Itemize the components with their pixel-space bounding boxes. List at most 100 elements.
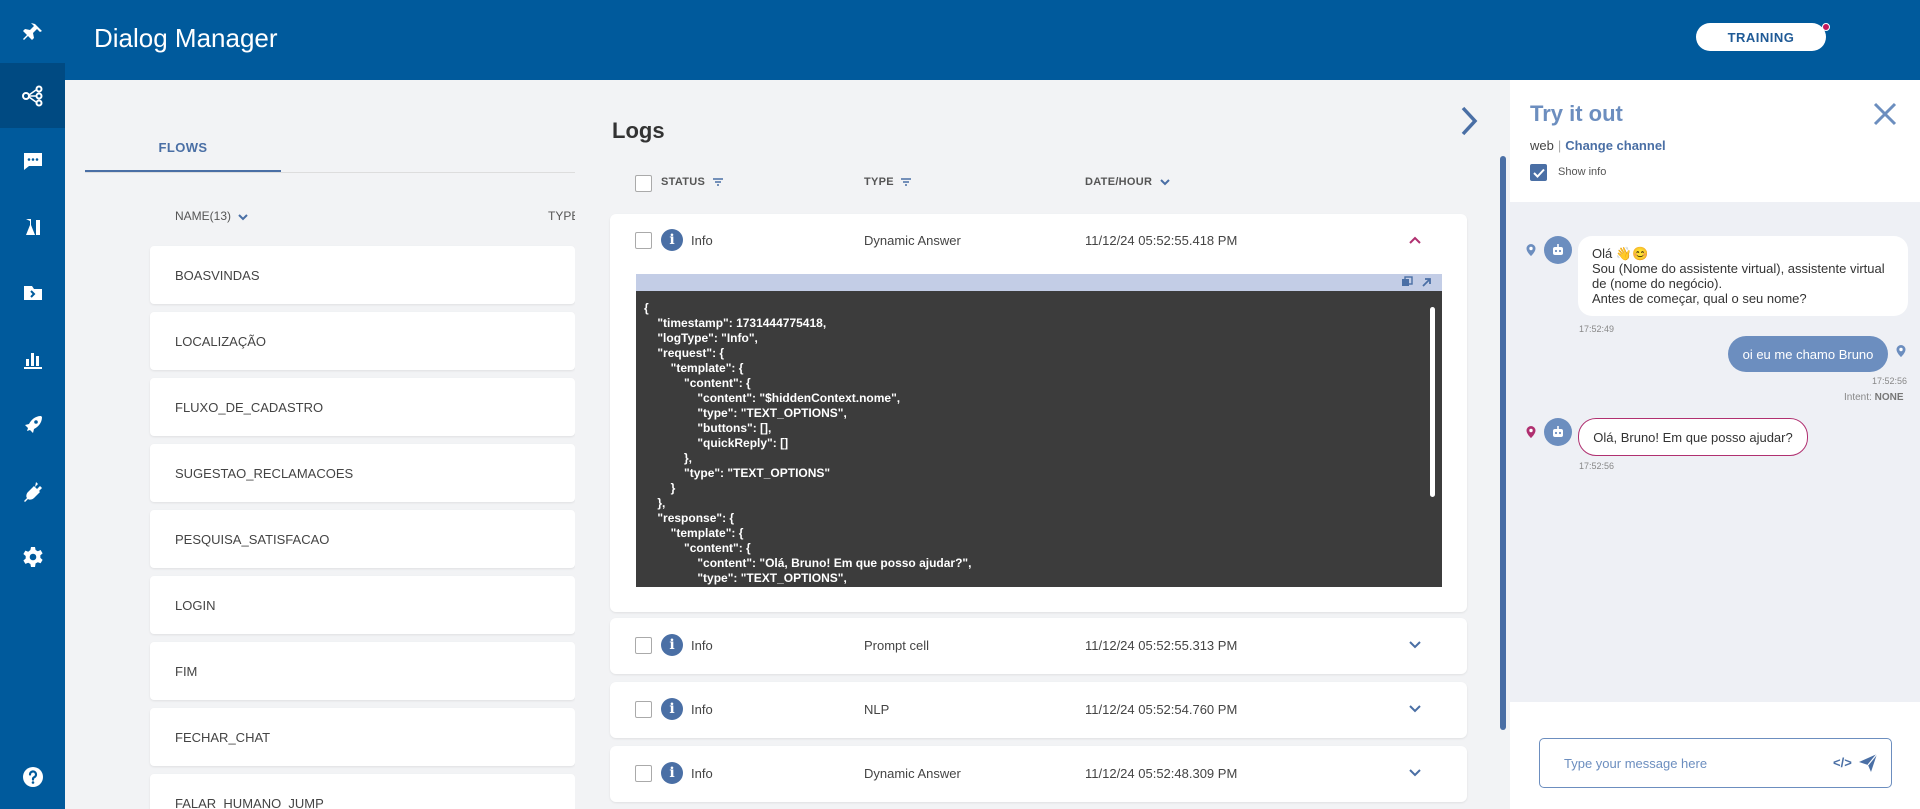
flow-row[interactable]: FECHAR_CHAT — [150, 708, 575, 766]
training-button[interactable]: TRAINING — [1696, 23, 1826, 51]
message-timestamp: 17:52:49 — [1579, 324, 1615, 334]
chevron-up-icon[interactable] — [1408, 233, 1422, 247]
chevron-down-icon[interactable] — [1408, 766, 1422, 780]
type-log-column-label: TYPE — [864, 176, 894, 188]
channel-name: web — [1530, 138, 1554, 153]
log-checkbox[interactable] — [635, 701, 652, 718]
code-icon[interactable]: </> — [1833, 755, 1852, 770]
intent-value: NONE — [1874, 392, 1904, 403]
show-info-label: Show info — [1558, 166, 1607, 178]
change-channel-link[interactable]: Change channel — [1565, 138, 1665, 153]
log-json-viewer[interactable]: { "timestamp": 1731444775418, "logType":… — [636, 291, 1442, 587]
log-entry[interactable] — [610, 682, 1467, 738]
location-pin-icon — [1526, 244, 1536, 256]
intent-label: Intent: — [1844, 392, 1872, 403]
name-column-label: NAME(13) — [175, 209, 232, 223]
filter-icon — [712, 178, 723, 186]
select-all-checkbox[interactable] — [635, 175, 652, 192]
chevron-right-icon — [1461, 106, 1478, 136]
chat-icon — [23, 152, 42, 170]
chevron-down-icon — [238, 214, 249, 221]
flow-row[interactable]: SUGESTAO_RECLAMACOES — [150, 444, 575, 502]
chart-icon — [23, 352, 42, 369]
log-date: 11/12/24 05:52:55.418 PM — [1085, 233, 1238, 248]
log-checkbox[interactable] — [635, 765, 652, 782]
location-pin-icon — [1896, 345, 1906, 357]
code-scrollbar[interactable] — [1430, 307, 1435, 497]
log-entry[interactable] — [610, 746, 1467, 802]
sidebar-item-pin[interactable] — [0, 0, 65, 65]
collapse-logs-button[interactable] — [1458, 104, 1482, 138]
log-status: Info — [691, 233, 713, 248]
log-status: Info — [691, 766, 713, 781]
flow-row[interactable]: LOGIN — [150, 576, 575, 634]
filter-icon — [901, 178, 912, 186]
sidebar-item-knowledge[interactable] — [0, 260, 65, 325]
user-message: oi eu me chamo Bruno — [1728, 336, 1888, 372]
flow-row[interactable]: BOASVINDAS — [150, 246, 575, 304]
sidebar-item-analytics[interactable] — [0, 326, 65, 391]
knowledge-icon — [23, 285, 42, 300]
copy-icon[interactable] — [1401, 276, 1413, 288]
sidebar — [0, 0, 65, 809]
log-checkbox[interactable] — [635, 637, 652, 654]
flow-row[interactable]: LOCALIZAÇÃO — [150, 312, 575, 370]
rocket-icon — [24, 415, 42, 433]
gear-icon — [22, 546, 43, 567]
flow-row[interactable]: FLUXO_DE_CADASTRO — [150, 378, 575, 436]
sidebar-item-flows[interactable] — [0, 63, 65, 128]
location-pin-icon — [1526, 426, 1536, 438]
status-column-label: STATUS — [661, 176, 706, 188]
logs-scrollbar[interactable] — [1500, 156, 1506, 730]
bot-message-highlighted[interactable]: Olá, Bruno! Em que posso ajudar? — [1578, 418, 1808, 456]
status-column-header[interactable]: STATUS — [661, 176, 724, 188]
log-status: Info — [691, 702, 713, 717]
close-icon[interactable] — [1872, 101, 1898, 127]
sidebar-item-help[interactable] — [0, 744, 65, 809]
chevron-down-icon[interactable] — [1408, 702, 1422, 716]
log-type: Dynamic Answer — [864, 766, 961, 781]
flow-icon — [21, 85, 42, 106]
name-column-header[interactable]: NAME(13) — [175, 209, 249, 223]
sidebar-item-chat[interactable] — [0, 128, 65, 193]
info-icon: i — [661, 229, 683, 251]
log-type: NLP — [864, 702, 890, 717]
sidebar-item-integrations[interactable] — [0, 458, 65, 523]
expand-icon[interactable] — [1420, 276, 1433, 289]
intent-info: Intent: NONE — [1844, 392, 1904, 403]
tab-flows[interactable]: FLOWS — [85, 140, 281, 155]
log-date: 11/12/24 05:52:54.760 PM — [1085, 702, 1238, 717]
info-icon: i — [661, 762, 683, 784]
log-entry[interactable] — [610, 618, 1467, 674]
log-checkbox[interactable] — [635, 232, 652, 249]
type-log-column-header[interactable]: TYPE — [864, 176, 912, 188]
sidebar-item-deploy[interactable] — [0, 392, 65, 457]
show-info-checkbox[interactable] — [1530, 164, 1547, 181]
log-date: 11/12/24 05:52:55.313 PM — [1085, 638, 1238, 653]
code-toolbar — [636, 274, 1442, 291]
sidebar-item-settings[interactable] — [0, 524, 65, 589]
send-icon[interactable] — [1858, 753, 1878, 773]
message-input-placeholder: Type your message here — [1564, 756, 1708, 771]
bot-avatar — [1544, 236, 1572, 264]
try-it-out-title: Try it out — [1530, 101, 1623, 126]
top-header: Dialog Manager — [65, 0, 1920, 80]
chevron-down-icon — [1159, 179, 1170, 186]
message-input[interactable]: Type your message here </> — [1539, 738, 1892, 788]
lab-icon — [25, 218, 40, 235]
log-date: 11/12/24 05:52:48.309 PM — [1085, 766, 1238, 781]
date-column-label: DATE/HOUR — [1085, 176, 1153, 188]
info-icon: i — [661, 698, 683, 720]
flow-row[interactable]: PESQUISA_SATISFACAO — [150, 510, 575, 568]
bot-message-line: Olá 👋😊 — [1592, 246, 1649, 261]
robot-icon — [1553, 244, 1563, 255]
sidebar-item-lab[interactable] — [0, 194, 65, 259]
flow-row[interactable]: FIM — [150, 642, 575, 700]
check-icon — [1532, 168, 1545, 178]
flow-row[interactable]: FALAR_HUMANO_JUMP — [150, 774, 575, 809]
log-type: Dynamic Answer — [864, 233, 961, 248]
date-column-header[interactable]: DATE/HOUR — [1085, 176, 1171, 188]
log-type: Prompt cell — [864, 638, 930, 653]
chevron-down-icon[interactable] — [1408, 638, 1422, 652]
channel-info: web | Change channel — [1530, 138, 1666, 153]
